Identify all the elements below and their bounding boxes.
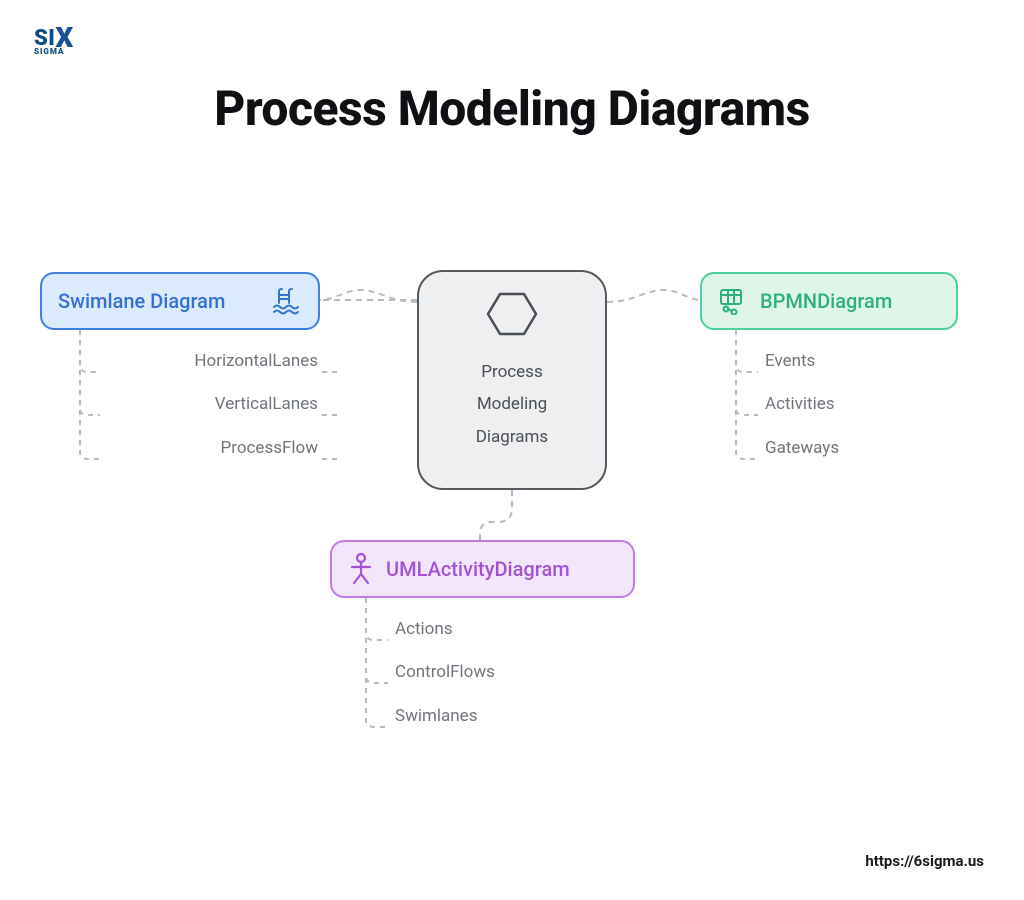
branch-swimlane-label: Swimlane Diagram <box>58 289 225 313</box>
swimlane-item-3: ProcessFlow <box>108 427 318 470</box>
branch-uml: UMLActivityDiagram <box>330 540 635 598</box>
swimlane-sublist: HorizontalLanes VerticalLanes ProcessFlo… <box>108 340 318 470</box>
uml-item-2: ControlFlows <box>395 651 495 694</box>
center-line-1: Process <box>476 356 548 388</box>
uml-sublist: Actions ControlFlows Swimlanes <box>395 608 495 738</box>
branch-uml-label: UMLActivityDiagram <box>386 557 570 581</box>
bpmn-item-2: Activities <box>765 383 839 426</box>
diagram-stage: Process Modeling Diagrams Swimlane Diagr… <box>0 0 1024 900</box>
center-line-3: Diagrams <box>476 421 548 453</box>
center-line-2: Modeling <box>476 388 548 420</box>
swimlane-item-1: HorizontalLanes <box>108 340 318 383</box>
pool-icon <box>272 287 302 315</box>
branch-swimlane: Swimlane Diagram <box>40 272 320 330</box>
uml-item-3: Swimlanes <box>395 695 495 738</box>
footer-url: https://6sigma.us <box>865 852 984 870</box>
bpmn-item-1: Events <box>765 340 839 383</box>
uml-item-1: Actions <box>395 608 495 651</box>
branch-bpmn-label: BPMNDiagram <box>760 289 892 313</box>
bpmn-item-3: Gateways <box>765 427 839 470</box>
center-node: Process Modeling Diagrams <box>417 270 607 490</box>
person-icon <box>348 552 374 586</box>
hexagon-icon <box>486 290 538 342</box>
center-node-text: Process Modeling Diagrams <box>476 356 548 453</box>
table-nodes-icon <box>718 287 748 315</box>
swimlane-item-2: VerticalLanes <box>108 383 318 426</box>
bpmn-sublist: Events Activities Gateways <box>765 340 839 470</box>
branch-bpmn: BPMNDiagram <box>700 272 958 330</box>
